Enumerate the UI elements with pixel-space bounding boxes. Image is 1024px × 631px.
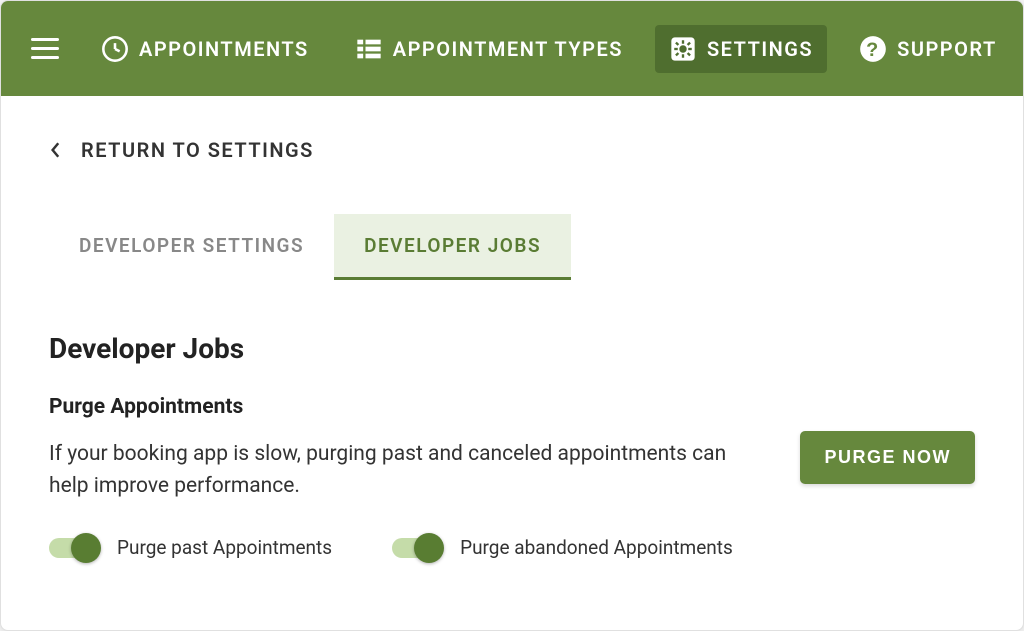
chevron-left-icon: [49, 143, 63, 157]
purge-subheading: Purge Appointments: [49, 395, 760, 419]
clock-icon: [101, 35, 129, 63]
content-area: RETURN TO SETTINGS DEVELOPER SETTINGS DE…: [1, 96, 1023, 630]
top-nav: APPOINTMENTS APPOINTMENT TYPES: [1, 1, 1023, 96]
svg-text:?: ?: [866, 39, 880, 61]
tab-label: DEVELOPER JOBS: [364, 234, 541, 257]
toggle-label: Purge past Appointments: [117, 536, 332, 559]
nav-label: SUPPORT: [897, 37, 997, 61]
nav-items: APPOINTMENTS APPOINTMENT TYPES: [87, 25, 1011, 73]
toggle-switch-abandoned[interactable]: [392, 538, 440, 558]
purge-text: Purge Appointments If your booking app i…: [49, 395, 760, 502]
return-label: RETURN TO SETTINGS: [81, 138, 314, 162]
list-icon: [355, 35, 383, 63]
nav-label: SETTINGS: [707, 37, 813, 61]
toggle-switch-past[interactable]: [49, 538, 97, 558]
tab-label: DEVELOPER SETTINGS: [79, 234, 304, 257]
purge-description: If your booking app is slow, purging pas…: [49, 439, 760, 502]
nav-label: APPOINTMENTS: [139, 37, 309, 61]
app-window: APPOINTMENTS APPOINTMENT TYPES: [0, 0, 1024, 631]
page-title: Developer Jobs: [49, 332, 975, 365]
menu-icon[interactable]: [25, 29, 65, 69]
help-icon: ?: [859, 35, 887, 63]
toggle-label: Purge abandoned Appointments: [460, 536, 733, 559]
nav-label: APPOINTMENT TYPES: [393, 37, 623, 61]
nav-settings[interactable]: SETTINGS: [655, 25, 827, 73]
tab-developer-settings[interactable]: DEVELOPER SETTINGS: [49, 214, 334, 280]
gear-icon: [669, 35, 697, 63]
return-to-settings[interactable]: RETURN TO SETTINGS: [49, 138, 975, 162]
nav-appointments[interactable]: APPOINTMENTS: [87, 25, 323, 73]
toggle-purge-past: Purge past Appointments: [49, 536, 332, 559]
toggle-purge-abandoned: Purge abandoned Appointments: [392, 536, 733, 559]
toggle-knob: [414, 533, 444, 563]
toggle-knob: [71, 533, 101, 563]
nav-appointment-types[interactable]: APPOINTMENT TYPES: [341, 25, 637, 73]
tab-developer-jobs[interactable]: DEVELOPER JOBS: [334, 214, 571, 280]
nav-support[interactable]: ? SUPPORT: [845, 25, 1011, 73]
tabs: DEVELOPER SETTINGS DEVELOPER JOBS: [49, 214, 975, 280]
purge-block: Purge Appointments If your booking app i…: [49, 395, 975, 502]
purge-now-button[interactable]: PURGE NOW: [800, 431, 975, 484]
toggle-row: Purge past Appointments Purge abandoned …: [49, 536, 975, 559]
